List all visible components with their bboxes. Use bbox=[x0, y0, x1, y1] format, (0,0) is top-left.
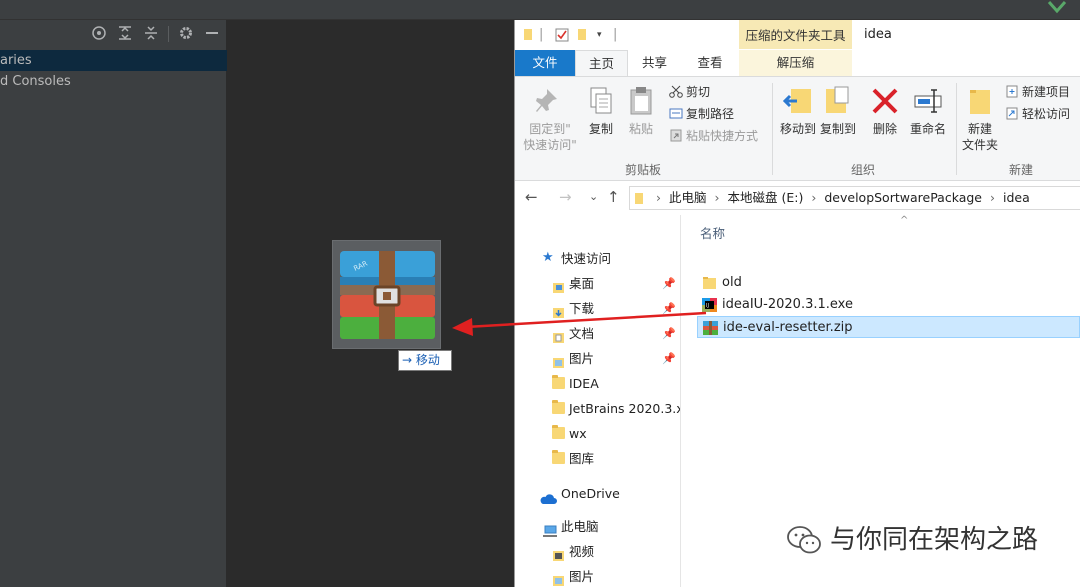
watermark: 与你同在架构之路 bbox=[786, 523, 1038, 557]
wechat-logo-icon bbox=[787, 526, 821, 554]
drag-direction-arrow bbox=[452, 311, 707, 336]
watermark-text: 与你同在架构之路 bbox=[830, 525, 1039, 555]
